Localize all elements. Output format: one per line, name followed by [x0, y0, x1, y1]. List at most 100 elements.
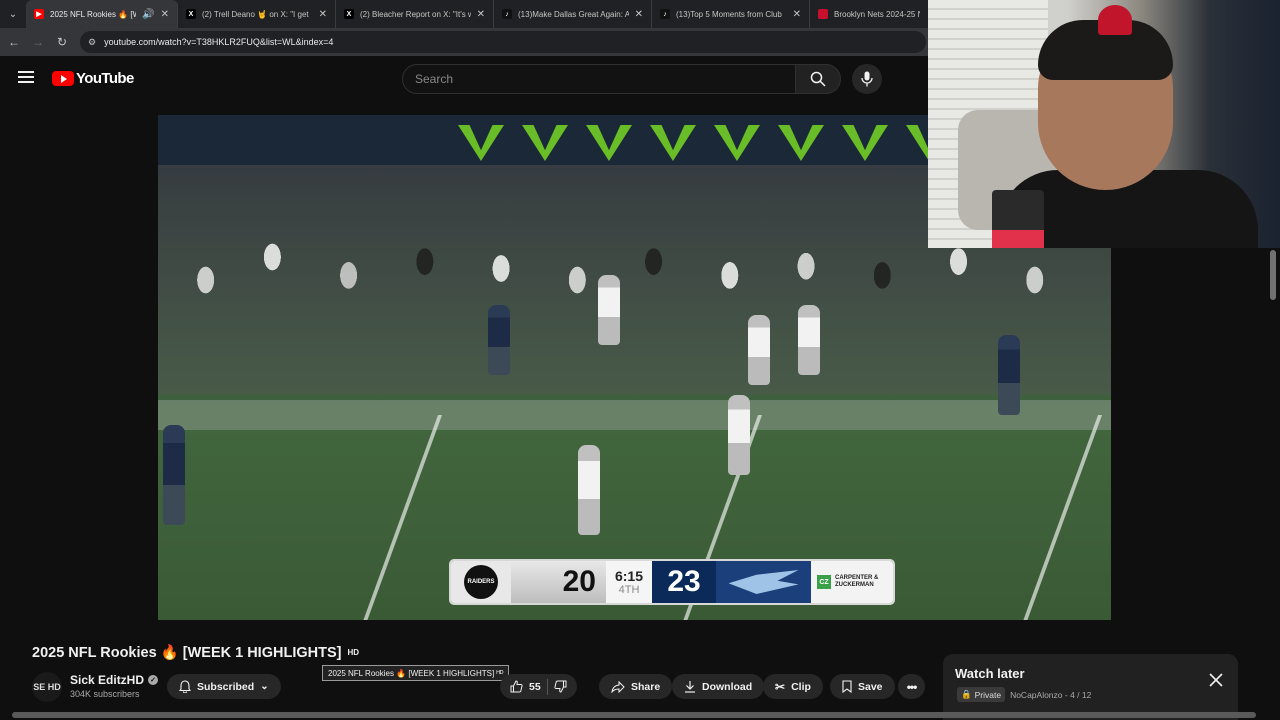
player [488, 305, 510, 375]
x-icon: X [344, 9, 354, 19]
sponsor-badge: CZ [817, 575, 831, 589]
save-button[interactable]: Save [830, 674, 895, 699]
download-icon [685, 681, 695, 693]
tab-title: (2) Trell Deano 🤘 on X: "I get [202, 9, 309, 19]
like-button[interactable]: 55 [510, 680, 541, 693]
webcam-overlay [928, 0, 1280, 248]
chevron-down-icon: ⌄ [260, 681, 269, 692]
raiders-logo: RAIDERS [451, 561, 511, 603]
close-tab-icon[interactable]: ✕ [477, 9, 485, 20]
sponsor-line-2: ZUCKERMAN [835, 582, 874, 588]
share-button[interactable]: Share [599, 674, 673, 699]
x-icon: X [186, 9, 196, 19]
site-info-icon[interactable]: ⚙ [88, 37, 96, 48]
close-tab-icon[interactable]: ✕ [161, 9, 169, 20]
microphone-icon [861, 71, 873, 87]
privacy-badge: 🔒 Private [957, 687, 1006, 702]
clock-time: 6:15 [614, 568, 644, 584]
video-title: 2025 NFL Rookies 🔥 [WEEK 1 HIGHLIGHTS] H… [32, 644, 359, 661]
browser-tab-tiktok-1[interactable]: ♪ (13)Make Dallas Great Again: A ✕ [494, 0, 652, 28]
subscribed-label: Subscribed [197, 680, 255, 693]
search-box [402, 64, 796, 94]
player [578, 445, 600, 535]
title-tooltip: 2025 NFL Rookies 🔥 [WEEK 1 HIGHLIGHTS] ᴴ… [322, 665, 510, 681]
clip-label: Clip [791, 680, 811, 693]
player [998, 335, 1020, 415]
share-label: Share [631, 680, 661, 693]
playlist-owner-position: NoCapAlonzo - 4 / 12 [1010, 689, 1092, 700]
close-tab-icon[interactable]: ✕ [635, 9, 643, 20]
tab-search-chevron-icon[interactable]: ⌄ [0, 0, 26, 28]
more-actions-button[interactable]: ••• [898, 674, 925, 699]
tab-title: Brooklyn Nets 2024-25 N [834, 9, 920, 19]
privacy-label: Private [974, 689, 1002, 700]
clip-button[interactable]: ✂ Clip [763, 674, 823, 699]
player [598, 275, 620, 345]
audio-icon[interactable]: 🔊 [142, 9, 154, 20]
back-arrow-icon[interactable]: ← [2, 28, 26, 56]
close-tab-icon[interactable]: ✕ [319, 9, 327, 20]
quarter: 4TH [618, 584, 640, 596]
close-icon[interactable] [1208, 672, 1224, 688]
menu-icon[interactable] [18, 71, 34, 85]
tab-title: (13)Make Dallas Great Again: A [518, 9, 629, 19]
reload-icon[interactable]: ↻ [50, 28, 74, 56]
download-button[interactable]: Download [672, 674, 765, 699]
thumbs-up-icon [510, 680, 523, 693]
bookmark-icon [842, 680, 852, 693]
seahawks-logo [716, 561, 811, 603]
watch-later-panel: Watch later 🔒 Private NoCapAlonzo - 4 / … [943, 654, 1238, 720]
search-button[interactable] [795, 64, 841, 94]
page-scrollbar[interactable] [1270, 250, 1276, 300]
close-tab-icon[interactable]: ✕ [793, 9, 801, 20]
channel-name[interactable]: Sick EditzHD ✓ [70, 673, 159, 687]
voice-search-button[interactable] [852, 64, 882, 94]
like-dislike-group: 55 [500, 674, 577, 699]
home-score: 23 [652, 561, 716, 603]
browser-tab-strip: ⌄ ▶ 2025 NFL Rookies 🔥 [WEE 🔊 ✕ X (2) Tr… [0, 0, 928, 28]
browser-tab-x-1[interactable]: X (2) Trell Deano 🤘 on X: "I get ✕ [178, 0, 336, 28]
browser-tab-x-2[interactable]: X (2) Bleacher Report on X: "It's w ✕ [336, 0, 494, 28]
browser-tab-youtube[interactable]: ▶ 2025 NFL Rookies 🔥 [WEE 🔊 ✕ [26, 0, 178, 28]
tiktok-icon: ♪ [502, 9, 512, 19]
save-label: Save [858, 680, 883, 693]
channel-name-text[interactable]: Sick EditzHD [70, 673, 144, 687]
yard-line [1017, 415, 1103, 620]
tab-title: (2) Bleacher Report on X: "It's w [360, 9, 471, 19]
lock-icon: 🔒 [961, 689, 972, 699]
search-input[interactable] [415, 72, 795, 86]
like-count: 55 [529, 680, 541, 693]
youtube-wordmark: YouTube [76, 70, 134, 87]
red-cup [992, 190, 1044, 248]
forward-arrow-icon[interactable]: → [26, 28, 50, 56]
sponsor-logo: CZ CARPENTER & ZUCKERMAN [811, 561, 893, 603]
channel-avatar[interactable]: SE HD [32, 672, 62, 702]
address-bar[interactable]: ⚙ youtube.com/watch?v=T38HKLR2FUQ&list=W… [80, 31, 926, 53]
share-icon [611, 680, 625, 693]
verified-icon: ✓ [148, 675, 159, 685]
tiktok-icon: ♪ [660, 9, 670, 19]
away-score: 20 [511, 561, 606, 603]
browser-tab-nets[interactable]: Brooklyn Nets 2024-25 N [810, 0, 928, 28]
url-text: youtube.com/watch?v=T38HKLR2FUQ&list=WL&… [104, 37, 334, 47]
sideline-area [158, 400, 1111, 430]
playlist-meta: 🔒 Private NoCapAlonzo - 4 / 12 [957, 687, 1091, 702]
scissors-icon: ✂ [775, 679, 786, 694]
more-horizontal-icon: ••• [906, 679, 918, 694]
sponsor-line-1: CARPENTER & [835, 575, 879, 581]
youtube-icon: ▶ [34, 9, 44, 19]
tab-title: 2025 NFL Rookies 🔥 [WEE [50, 9, 136, 19]
horizontal-scrollbar[interactable] [12, 712, 1256, 718]
subscribed-button[interactable]: Subscribed ⌄ [167, 674, 281, 699]
player [798, 305, 820, 375]
browser-tab-tiktok-2[interactable]: ♪ (13)Top 5 Moments from Club ✕ [652, 0, 810, 28]
playlist-title[interactable]: Watch later [955, 666, 1025, 681]
bell-icon [179, 680, 191, 693]
scoreboard: RAIDERS 20 6:15 4TH 23 CZ CARPENTER & ZU… [451, 561, 893, 603]
player [748, 315, 770, 385]
tab-title: (13)Top 5 Moments from Club [676, 9, 782, 19]
dislike-button[interactable] [554, 680, 567, 693]
youtube-logo[interactable]: YouTube [52, 70, 134, 87]
player [728, 395, 750, 475]
yard-line [357, 415, 443, 620]
